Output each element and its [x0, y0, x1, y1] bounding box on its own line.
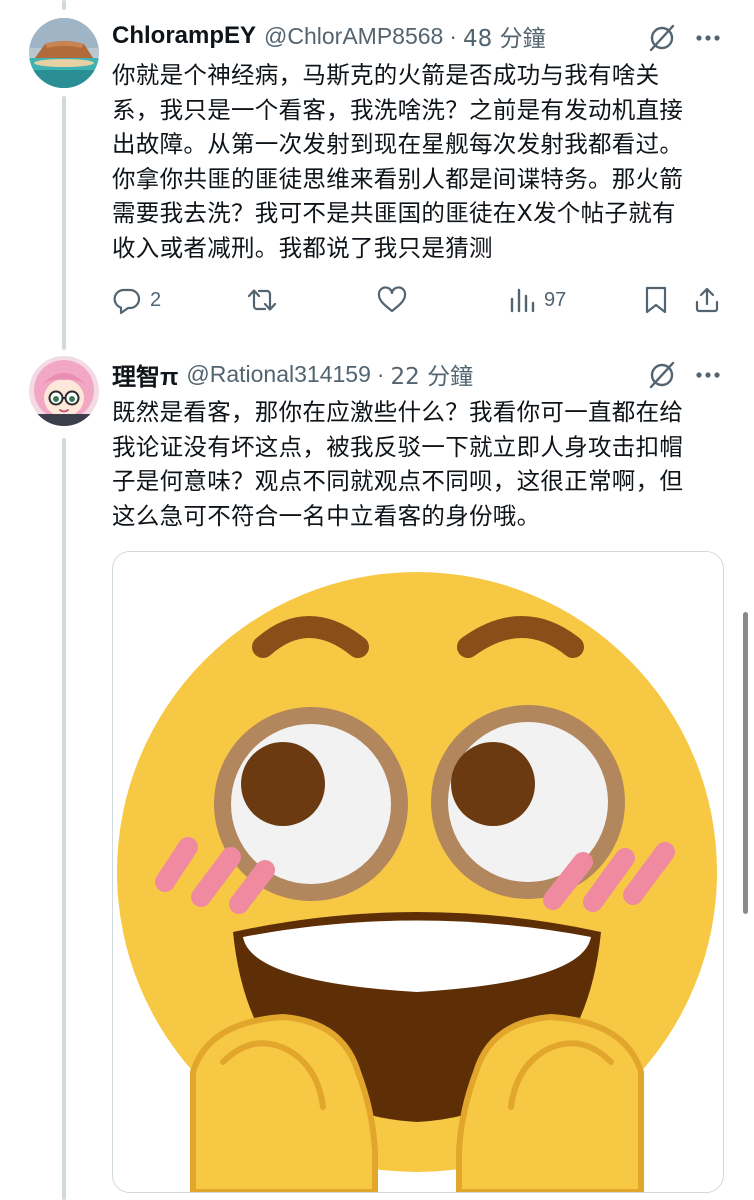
tweet-text-line: 收入或者减刑。我都说了我只是猜测: [112, 233, 493, 262]
display-name[interactable]: ChlorampEY: [112, 22, 256, 50]
user-handle[interactable]: @ChlorAMP8568: [264, 23, 443, 50]
tweet-text-line: 子是何意味？观点不同就观点不同呗，这很正常啊，但: [112, 467, 684, 495]
landscape-avatar-icon: [29, 18, 99, 88]
tweet-text-line: 既然是看客，那你在应激些什么？我看你可一直都在给: [112, 398, 684, 426]
reply-button[interactable]: 2: [112, 282, 161, 318]
tweet-text: 既然是看客，那你在应激些什么？我看你可一直都在给 我论证没有坏这点，被我反驳一下…: [112, 395, 732, 533]
retweet-icon: [247, 289, 277, 311]
tweet-text-line: 系，我只是一个看客，我洗啥洗？之前是有发动机直接: [112, 95, 684, 124]
view-count: 97: [544, 288, 567, 311]
avatar[interactable]: [29, 18, 99, 88]
avatar[interactable]: [29, 356, 99, 426]
like-button[interactable]: [376, 282, 408, 318]
tweet-text-line: 需要我去洗？我可不是共匪国的匪徒在X发个帖子就有: [112, 199, 676, 227]
more-options-icon: [696, 372, 720, 378]
separator-dot: ·: [376, 360, 385, 387]
share-icon: [695, 287, 719, 313]
media-card[interactable]: [112, 551, 724, 1193]
tweet-text-line: 你就是个神经病，马斯克的火箭是否成功与我有啥关: [112, 61, 660, 89]
reply-icon: [113, 288, 141, 315]
grok-button[interactable]: [645, 21, 679, 55]
like-icon: [377, 286, 407, 313]
tweet-header: ChlorampEY @ChlorAMP8568 · 48 分鐘: [112, 20, 546, 52]
thread-line: [62, 96, 66, 350]
retweet-button[interactable]: [246, 282, 278, 318]
display-name[interactable]: 理智π: [112, 357, 178, 392]
separator-dot: ·: [449, 22, 458, 49]
grok-icon: [649, 24, 675, 52]
blushing-grinning-emoji-image: [113, 552, 723, 1192]
timestamp[interactable]: 48 分鐘: [463, 19, 546, 53]
scrollbar[interactable]: [743, 612, 748, 914]
tweet-text-line: 我论证没有坏这点，被我反驳一下就立即人身攻击扣帽: [112, 432, 684, 461]
anime-girl-avatar-icon: [29, 356, 99, 426]
bookmark-button[interactable]: [643, 282, 669, 318]
tweet-text-line: 你拿你共匪的匪徒思维来看别人都是间谍特务。那火箭: [112, 164, 684, 193]
reply-count: 2: [150, 288, 162, 311]
grok-button[interactable]: [645, 358, 679, 392]
bookmark-icon: [645, 286, 667, 314]
more-options-button[interactable]: [691, 358, 725, 392]
share-button[interactable]: [693, 282, 721, 318]
grok-icon: [649, 361, 675, 389]
tweet-header: 理智π @Rational314159 · 22 分鐘: [112, 357, 474, 392]
user-handle[interactable]: @Rational314159: [186, 361, 370, 388]
thread-line: [62, 438, 66, 1200]
views-button[interactable]: 97: [508, 282, 566, 318]
timestamp[interactable]: 22 分鐘: [391, 357, 474, 391]
views-icon: [510, 288, 535, 313]
more-options-icon: [696, 35, 720, 41]
thread-line-top: [62, 0, 66, 10]
more-options-button[interactable]: [691, 21, 725, 55]
tweet-text: 你就是个神经病，马斯克的火箭是否成功与我有啥关 系，我只是一个看客，我洗啥洗？之…: [112, 58, 732, 265]
tweet-text-line: 这么急可不符合一名中立看客的身份哦。: [112, 501, 541, 530]
tweet-actions: 2 97: [108, 282, 728, 318]
tweet-text-line: 出故障。从第一次发射到现在星舰每次发射我都看过。: [112, 130, 684, 158]
